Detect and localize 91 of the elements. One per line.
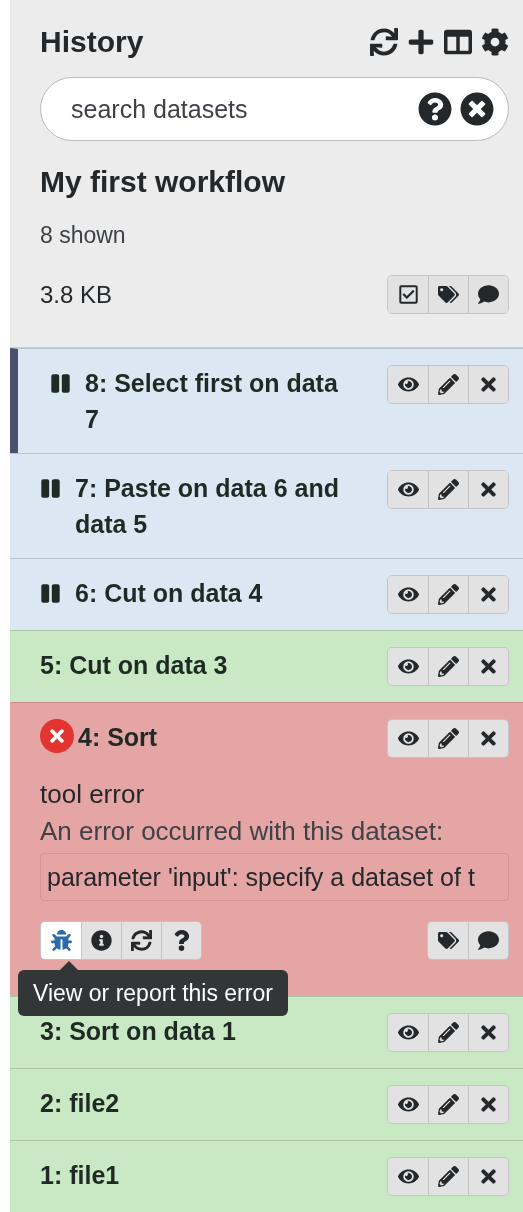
- pencil-icon: [438, 1166, 459, 1187]
- tags-button[interactable]: [428, 922, 468, 959]
- select-button[interactable]: [388, 276, 428, 313]
- delete-button[interactable]: [468, 1158, 508, 1195]
- delete-button[interactable]: [468, 720, 508, 757]
- report-error-button[interactable]: [41, 922, 81, 959]
- view-button[interactable]: [388, 471, 428, 508]
- tooltip: View or report this error: [18, 970, 288, 1016]
- dataset-title[interactable]: 4: Sort: [78, 719, 158, 755]
- delete-button[interactable]: [468, 366, 508, 403]
- settings-icon[interactable]: [481, 28, 509, 56]
- delete-button[interactable]: [468, 648, 508, 685]
- close-icon: [478, 1166, 499, 1187]
- tags-button[interactable]: [428, 276, 468, 313]
- edit-button[interactable]: [428, 648, 468, 685]
- bug-icon: [50, 930, 72, 951]
- dataset-item[interactable]: 8: Select first on data 7: [10, 348, 523, 453]
- close-icon: [478, 374, 499, 395]
- annotation-button[interactable]: [468, 276, 508, 313]
- edit-button[interactable]: [428, 1086, 468, 1123]
- edit-button[interactable]: [428, 366, 468, 403]
- pause-icon: [50, 373, 71, 394]
- dataset-item[interactable]: 5: Cut on data 3: [10, 630, 523, 702]
- close-icon: [478, 1094, 499, 1115]
- edit-button[interactable]: [428, 576, 468, 613]
- dataset-item[interactable]: 1: file1: [10, 1140, 523, 1212]
- pencil-icon: [438, 1022, 459, 1043]
- dataset-item[interactable]: 2: file2: [10, 1068, 523, 1140]
- plus-icon[interactable]: [407, 28, 435, 56]
- panel-title: History: [40, 25, 144, 59]
- dataset-title[interactable]: 2: file2: [40, 1085, 120, 1121]
- shown-count: 8 shown: [40, 222, 127, 249]
- help-icon[interactable]: [418, 92, 452, 126]
- error-icon: [40, 719, 74, 753]
- dataset-title[interactable]: 5: Cut on data 3: [40, 647, 228, 683]
- rerun-button[interactable]: [121, 922, 161, 959]
- info-button[interactable]: [81, 922, 121, 959]
- tags-icon: [438, 284, 459, 305]
- view-button[interactable]: [388, 1014, 428, 1051]
- info-icon: [91, 930, 112, 951]
- dataset-item[interactable]: 6: Cut on data 4: [10, 558, 523, 630]
- help-button[interactable]: [161, 922, 201, 959]
- edit-button[interactable]: [428, 720, 468, 757]
- history-name: My first workflow: [40, 164, 287, 199]
- edit-button[interactable]: [428, 1158, 468, 1195]
- refresh-icon[interactable]: [370, 28, 398, 56]
- dataset-item[interactable]: 7: Paste on data 6 and data 5: [10, 453, 523, 558]
- view-button[interactable]: [388, 366, 428, 403]
- pause-icon: [40, 478, 61, 499]
- error-message: An error occurred with this dataset:: [40, 816, 445, 846]
- view-button[interactable]: [388, 648, 428, 685]
- pencil-icon: [438, 728, 459, 749]
- pause-icon: [40, 583, 61, 604]
- delete-button[interactable]: [468, 576, 508, 613]
- view-button[interactable]: [388, 1086, 428, 1123]
- edit-button[interactable]: [428, 1014, 468, 1051]
- delete-button[interactable]: [468, 1014, 508, 1051]
- annotation-button[interactable]: [468, 922, 508, 959]
- search-bar[interactable]: search datasets: [40, 77, 509, 141]
- close-icon: [478, 479, 499, 500]
- comment-icon: [478, 930, 499, 951]
- view-button[interactable]: [388, 720, 428, 757]
- dataset-title[interactable]: 7: Paste on data 6 and data 5: [75, 470, 350, 542]
- pencil-icon: [438, 656, 459, 677]
- dataset-title[interactable]: 3: Sort on data 1: [40, 1013, 236, 1049]
- dataset-title[interactable]: 8: Select first on data 7: [85, 365, 350, 437]
- view-button[interactable]: [388, 576, 428, 613]
- edit-button[interactable]: [428, 471, 468, 508]
- dataset-title[interactable]: 1: file1: [40, 1157, 120, 1193]
- dataset-title[interactable]: 6: Cut on data 4: [75, 575, 263, 611]
- comment-icon: [478, 284, 499, 305]
- history-size: 3.8 KB: [40, 280, 113, 309]
- close-icon: [478, 1022, 499, 1043]
- close-icon: [478, 584, 499, 605]
- error-detail: parameter 'input': specify a dataset of t: [40, 853, 509, 901]
- columns-icon[interactable]: [444, 28, 472, 56]
- checkbox-icon: [397, 284, 419, 305]
- clear-icon[interactable]: [460, 92, 494, 126]
- pencil-icon: [438, 584, 459, 605]
- delete-button[interactable]: [468, 1086, 508, 1123]
- pencil-icon: [438, 1094, 459, 1115]
- view-button[interactable]: [388, 1158, 428, 1195]
- pencil-icon: [438, 374, 459, 395]
- error-summary: tool error: [40, 779, 146, 809]
- close-icon: [478, 728, 499, 749]
- refresh-icon: [131, 930, 152, 951]
- delete-button[interactable]: [468, 471, 508, 508]
- pencil-icon: [438, 479, 459, 500]
- close-icon: [478, 656, 499, 677]
- tags-icon: [437, 930, 459, 951]
- search-input[interactable]: search datasets: [71, 94, 410, 124]
